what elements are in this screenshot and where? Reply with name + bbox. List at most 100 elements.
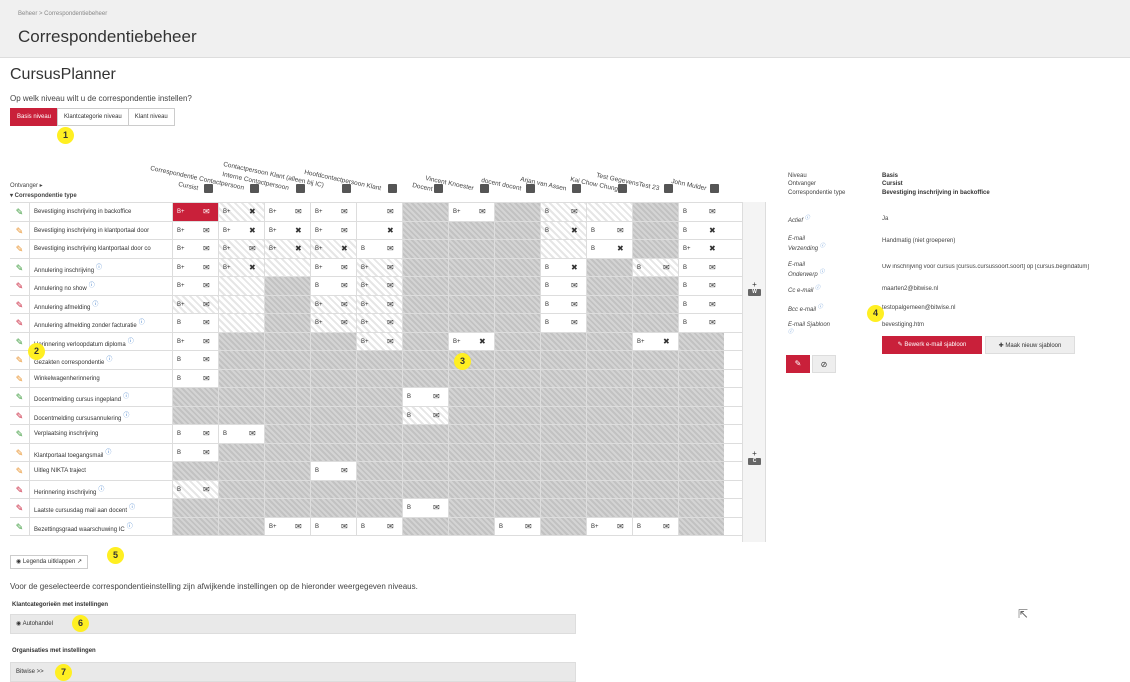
setting-cell[interactable] bbox=[494, 258, 540, 276]
setting-cell[interactable]: B+ ✖ bbox=[678, 240, 724, 258]
klantcategorie-autohandel[interactable]: ◉ Autohandel bbox=[10, 614, 576, 634]
setting-cell[interactable] bbox=[218, 369, 264, 387]
setting-cell[interactable]: B+ ✉ bbox=[264, 203, 310, 221]
setting-cell[interactable] bbox=[678, 332, 724, 350]
setting-cell[interactable]: B ✉ bbox=[218, 425, 264, 443]
setting-cell[interactable] bbox=[494, 425, 540, 443]
setting-cell[interactable]: B+ ✉ bbox=[218, 240, 264, 258]
setting-cell[interactable] bbox=[678, 499, 724, 517]
setting-cell[interactable] bbox=[264, 406, 310, 424]
edit-row-icon[interactable]: ✎ bbox=[10, 258, 30, 276]
setting-cell[interactable] bbox=[540, 517, 586, 535]
edit-row-icon[interactable]: ✎ bbox=[10, 480, 30, 498]
info-icon[interactable]: ⓘ bbox=[805, 215, 810, 221]
setting-cell[interactable] bbox=[678, 443, 724, 461]
info-icon[interactable]: ⓘ bbox=[129, 505, 135, 511]
setting-cell[interactable] bbox=[586, 258, 632, 276]
setting-cell[interactable] bbox=[540, 443, 586, 461]
info-icon[interactable]: ⓘ bbox=[788, 329, 793, 335]
tab-klant-niveau[interactable]: Klant niveau bbox=[127, 108, 175, 126]
setting-cell[interactable]: B ✉ bbox=[172, 480, 218, 498]
setting-cell[interactable]: B ✖ bbox=[540, 221, 586, 239]
setting-cell[interactable] bbox=[356, 480, 402, 498]
info-icon[interactable]: ⓘ bbox=[819, 269, 824, 275]
setting-cell[interactable] bbox=[310, 480, 356, 498]
setting-cell[interactable] bbox=[448, 406, 494, 424]
setting-cell[interactable]: B ✖ bbox=[540, 258, 586, 276]
edit-row-icon[interactable]: ✎ bbox=[10, 351, 30, 369]
setting-cell[interactable] bbox=[678, 406, 724, 424]
setting-cell[interactable]: B+ ✉ bbox=[586, 517, 632, 535]
setting-cell[interactable] bbox=[540, 369, 586, 387]
setting-cell[interactable]: B+ ✉ bbox=[172, 258, 218, 276]
setting-cell[interactable]: B+ ✖ bbox=[264, 240, 310, 258]
setting-cell[interactable]: B ✉ bbox=[632, 258, 678, 276]
add-c-button[interactable]: + C bbox=[748, 449, 761, 465]
setting-cell[interactable] bbox=[218, 517, 264, 535]
setting-cell[interactable]: B ✉ bbox=[356, 240, 402, 258]
setting-cell[interactable]: B ✉ bbox=[402, 499, 448, 517]
setting-cell[interactable] bbox=[678, 517, 724, 535]
setting-cell[interactable] bbox=[586, 332, 632, 350]
setting-cell[interactable] bbox=[586, 462, 632, 480]
setting-cell[interactable] bbox=[402, 277, 448, 295]
edit-row-icon[interactable]: ✎ bbox=[10, 443, 30, 461]
setting-cell[interactable] bbox=[632, 221, 678, 239]
edit-row-icon[interactable]: ✎ bbox=[10, 517, 30, 535]
info-icon[interactable]: ⓘ bbox=[89, 283, 95, 289]
setting-cell[interactable] bbox=[402, 517, 448, 535]
setting-cell[interactable]: B ✉ bbox=[678, 203, 724, 221]
setting-cell[interactable]: B+ ✉ bbox=[356, 332, 402, 350]
setting-cell[interactable] bbox=[678, 351, 724, 369]
setting-cell[interactable] bbox=[540, 240, 586, 258]
organisatie-bitwise[interactable]: Bitwise >> bbox=[10, 662, 576, 682]
setting-cell[interactable] bbox=[632, 425, 678, 443]
setting-cell[interactable] bbox=[494, 332, 540, 350]
setting-cell[interactable] bbox=[494, 480, 540, 498]
edit-row-icon[interactable]: ✎ bbox=[10, 369, 30, 387]
setting-cell[interactable]: B ✉ bbox=[678, 277, 724, 295]
setting-cell[interactable] bbox=[586, 425, 632, 443]
setting-cell[interactable]: B+ ✉ bbox=[172, 295, 218, 313]
info-icon[interactable]: ⓘ bbox=[106, 357, 112, 363]
disable-icon[interactable]: ⊘ bbox=[812, 355, 836, 373]
setting-cell[interactable]: B ✉ bbox=[172, 314, 218, 332]
column-toggle-icon[interactable] bbox=[204, 184, 213, 193]
setting-cell[interactable] bbox=[356, 499, 402, 517]
setting-cell[interactable] bbox=[264, 258, 310, 276]
column-toggle-icon[interactable] bbox=[572, 184, 581, 193]
setting-cell[interactable] bbox=[540, 406, 586, 424]
setting-cell[interactable] bbox=[632, 406, 678, 424]
setting-cell[interactable] bbox=[586, 406, 632, 424]
setting-cell[interactable]: B ✉ bbox=[172, 351, 218, 369]
setting-cell[interactable]: B ✉ bbox=[678, 314, 724, 332]
setting-cell[interactable]: B ✉ bbox=[356, 517, 402, 535]
setting-cell[interactable] bbox=[632, 480, 678, 498]
setting-cell[interactable] bbox=[678, 369, 724, 387]
setting-cell[interactable] bbox=[448, 221, 494, 239]
setting-cell[interactable] bbox=[448, 314, 494, 332]
setting-cell[interactable] bbox=[494, 388, 540, 406]
setting-cell[interactable]: B+ ✖ bbox=[448, 332, 494, 350]
setting-cell[interactable] bbox=[448, 443, 494, 461]
setting-cell[interactable] bbox=[494, 462, 540, 480]
edit-row-icon[interactable]: ✎ bbox=[10, 203, 30, 221]
setting-cell[interactable] bbox=[448, 480, 494, 498]
edit-row-icon[interactable]: ✎ bbox=[10, 277, 30, 295]
setting-cell[interactable] bbox=[356, 388, 402, 406]
setting-cell[interactable] bbox=[264, 295, 310, 313]
setting-cell[interactable] bbox=[678, 425, 724, 443]
edit-row-icon[interactable]: ✎ bbox=[10, 240, 30, 258]
setting-cell[interactable] bbox=[678, 480, 724, 498]
tab-basis-niveau[interactable]: Basis niveau bbox=[10, 108, 59, 126]
setting-cell[interactable] bbox=[218, 295, 264, 313]
setting-cell[interactable] bbox=[218, 388, 264, 406]
info-icon[interactable]: ⓘ bbox=[139, 320, 145, 326]
setting-cell[interactable] bbox=[494, 314, 540, 332]
setting-cell[interactable] bbox=[586, 388, 632, 406]
setting-cell[interactable] bbox=[402, 351, 448, 369]
setting-cell[interactable] bbox=[540, 425, 586, 443]
setting-cell[interactable]: B ✉ bbox=[540, 277, 586, 295]
setting-cell[interactable]: B+ ✉ bbox=[172, 277, 218, 295]
setting-cell[interactable]: B ✉ bbox=[402, 406, 448, 424]
